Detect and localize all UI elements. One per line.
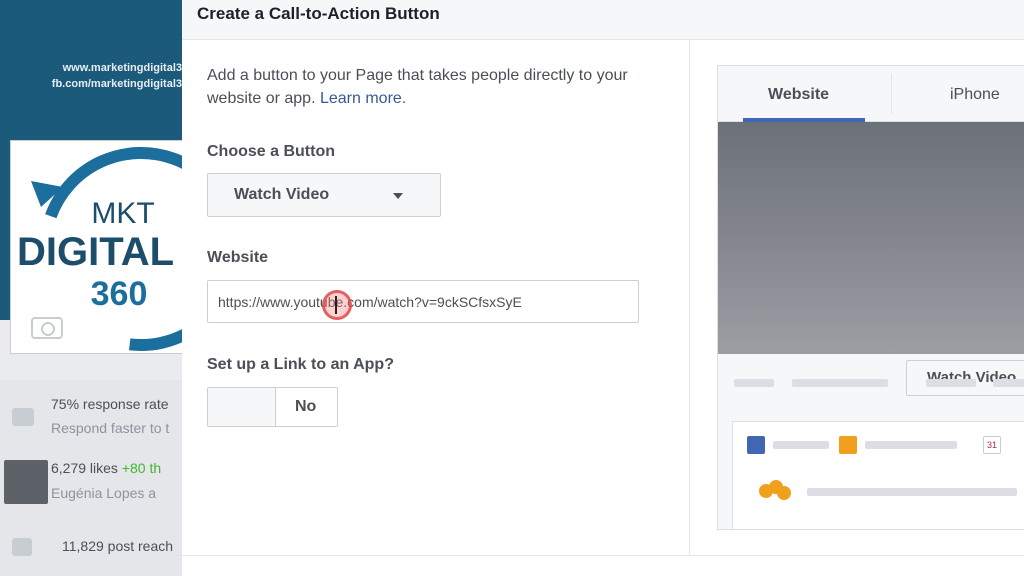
toggle-knob[interactable] <box>208 388 276 426</box>
preview-cta-button: Watch Video <box>906 360 1024 396</box>
tab-divider <box>891 74 892 114</box>
response-rate-stat[interactable]: 75% response rate Respond faster to t <box>0 396 182 446</box>
pencil-icon <box>747 436 765 454</box>
cover-url-web: www.marketingdigital3 <box>62 62 182 74</box>
website-label: Website <box>207 249 269 266</box>
pane-divider <box>689 40 690 556</box>
dialog-form: Add a button to your Page that takes peo… <box>182 40 689 556</box>
profile-picture[interactable]: MKT DIGITAL 360 <box>10 140 182 354</box>
tab-iphone[interactable]: iPhone <box>950 86 1000 104</box>
likes-stat[interactable]: 6,279 likes +80 th Eugénia Lopes a <box>0 458 182 508</box>
text-cursor-icon <box>335 296 337 314</box>
logo-360: 360 <box>91 275 148 313</box>
learn-more-link[interactable]: Learn more. <box>320 90 406 107</box>
cover-url-fb: fb.com/marketingdigital3 <box>51 78 182 90</box>
dialog-footer-divider <box>182 555 1024 556</box>
cta-preview: Website iPhone Watch Video 31 <box>717 65 1024 530</box>
placeholder-bar <box>842 379 888 387</box>
dialog-header: Create a Call-to-Action Button <box>182 0 1024 40</box>
bar-chart-icon <box>12 538 32 556</box>
preview-cover: Watch Video <box>718 122 1024 396</box>
page-stats: 75% response rate Respond faster to t 6,… <box>0 380 182 576</box>
calendar-icon: 31 <box>983 436 1001 454</box>
liker-avatar <box>4 460 48 504</box>
chevron-down-icon <box>393 193 403 199</box>
app-link-label: Set up a Link to an App? <box>207 356 394 373</box>
preview-tabs: Website iPhone <box>718 66 1024 122</box>
cta-dialog: Create a Call-to-Action Button Add a but… <box>182 0 1024 576</box>
selected-button-type: Watch Video <box>234 186 330 203</box>
tab-website[interactable]: Website <box>768 86 829 104</box>
dialog-title: Create a Call-to-Action Button <box>197 4 440 23</box>
button-type-select[interactable]: Watch Video <box>207 173 441 217</box>
click-highlight-icon <box>322 290 352 320</box>
choose-button-label: Choose a Button <box>207 143 335 160</box>
chat-icon <box>12 408 34 426</box>
intro-text: Add a button to your Page that takes peo… <box>207 67 628 107</box>
preview-composer-card: 31 <box>732 421 1024 529</box>
post-reach-stat[interactable]: 11,829 post reach <box>0 536 182 560</box>
placeholder-bar <box>926 379 976 387</box>
placeholder-bar <box>993 379 1024 387</box>
logo-mkt: MKT <box>91 197 154 230</box>
camera-icon[interactable] <box>31 317 63 339</box>
toggle-state: No <box>295 398 317 415</box>
logo-digital: DIGITAL <box>17 230 174 274</box>
photo-icon <box>839 436 857 454</box>
app-link-toggle[interactable]: No <box>207 387 338 427</box>
placeholder-bar <box>734 379 774 387</box>
website-url-input[interactable] <box>207 280 639 323</box>
